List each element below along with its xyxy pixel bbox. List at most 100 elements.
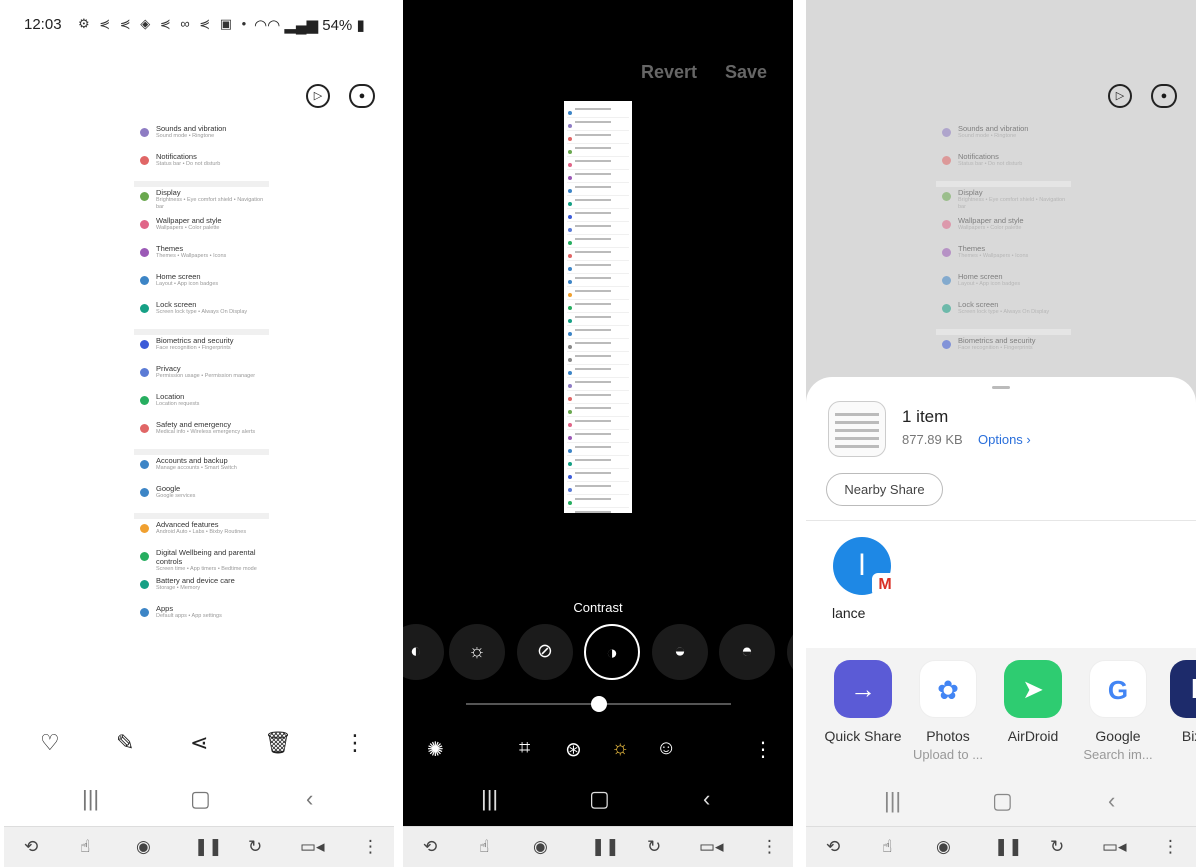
home-icon[interactable]: ▢: [992, 788, 1013, 814]
settings-list-item: Biometrics and security Face recognition …: [134, 336, 269, 364]
back-icon[interactable]: ‹: [306, 786, 313, 812]
shadows-icon[interactable]: ◓: [719, 624, 775, 680]
recents-icon[interactable]: |||: [884, 788, 901, 814]
share-icon[interactable]: ⋖: [190, 730, 208, 756]
preview-row: [567, 329, 629, 339]
preview-row: [567, 420, 629, 430]
preview-row-text: [575, 394, 611, 396]
pause-icon[interactable]: ❚❚: [194, 837, 223, 857]
settings-item-icon: [140, 248, 149, 257]
nearby-share-button[interactable]: Nearby Share: [826, 473, 943, 506]
contrast-slider[interactable]: [466, 696, 731, 712]
settings-item-subtitle: Layout • App icon badges: [156, 281, 219, 287]
rotate-icon[interactable]: ⟲: [423, 837, 437, 857]
preview-row-text: [575, 160, 611, 162]
share-app-quick-share[interactable]: → Quick Share: [820, 660, 906, 747]
video-camera-icon[interactable]: ▭◂: [300, 837, 325, 857]
video-camera-icon[interactable]: ▭◂: [1102, 837, 1127, 857]
preview-row-text: [575, 459, 611, 461]
contact-name[interactable]: lance: [832, 605, 865, 621]
settings-list-item: Sounds and vibration Sound mode • Rington…: [134, 124, 269, 152]
back-icon[interactable]: ‹: [703, 786, 710, 812]
rotate-icon[interactable]: ⟲: [24, 837, 38, 857]
recorder-toolbar: ⟲ ☝ ◉ ❚❚ ↻ ▭◂ ⋮: [403, 826, 793, 867]
settings-item-subtitle: Storage • Memory: [156, 585, 201, 591]
eye-icon[interactable]: ●: [1151, 82, 1177, 108]
preview-row-text: [575, 147, 611, 149]
preview-row-icon: [568, 345, 572, 349]
preview-row-icon: [568, 475, 572, 479]
pencil-icon[interactable]: ✎: [116, 730, 134, 756]
heart-icon[interactable]: ♡: [40, 730, 60, 756]
share-app-photos[interactable]: ✿ Photos Upload to ...: [905, 660, 991, 762]
contrast-icon[interactable]: ◑: [584, 624, 640, 680]
refresh-icon[interactable]: ↻: [248, 837, 262, 857]
preview-row-icon: [568, 228, 572, 232]
share-app-google[interactable]: G Google Search im...: [1075, 660, 1161, 762]
slider-knob[interactable]: [591, 696, 607, 712]
more-icon[interactable]: ⋮: [344, 730, 366, 756]
touch-icon[interactable]: ☝: [479, 837, 489, 857]
preview-row-text: [575, 472, 611, 474]
more-icon[interactable]: ⋮: [1162, 837, 1179, 857]
preview-row: [567, 108, 629, 118]
pause-icon[interactable]: ❚❚: [994, 837, 1023, 857]
eye-icon[interactable]: ●: [349, 82, 375, 108]
revert-button[interactable]: Revert: [641, 62, 697, 83]
settings-item-title: Biometrics and security: [958, 336, 1036, 345]
preview-row: [567, 173, 629, 183]
eye-sd-icon[interactable]: ◉: [136, 837, 151, 857]
home-icon[interactable]: ▢: [589, 786, 610, 812]
refresh-icon[interactable]: ↻: [1050, 837, 1064, 857]
preview-row: [567, 277, 629, 287]
preview-row: [567, 251, 629, 261]
auto-enhance-icon[interactable]: ✺: [427, 737, 444, 762]
sticker-icon[interactable]: ☺: [656, 737, 676, 760]
brightness-icon[interactable]: ☼: [449, 624, 505, 680]
refresh-icon[interactable]: ↻: [647, 837, 661, 857]
share-sheet-panel: ▷ ● Sounds and vibration Sound mode • Rin…: [806, 0, 1196, 867]
recents-icon[interactable]: |||: [82, 786, 99, 812]
preview-row-text: [575, 134, 611, 136]
preview-row: [567, 459, 629, 469]
rotate-play-icon[interactable]: ▷: [1108, 82, 1132, 108]
home-icon[interactable]: ▢: [190, 786, 211, 812]
touch-icon[interactable]: ☝: [882, 837, 892, 857]
rotate-icon[interactable]: ⟲: [826, 837, 840, 857]
settings-item-subtitle: Layout • App icon badges: [958, 281, 1021, 287]
sheet-handle[interactable]: [992, 386, 1010, 389]
eye-sd-icon[interactable]: ◉: [533, 837, 548, 857]
adjust-option[interactable]: ◐: [787, 624, 793, 680]
rotate-play-icon[interactable]: ▷: [306, 82, 330, 108]
settings-list-item: Apps Default apps • App settings: [134, 604, 269, 632]
preview-row-icon: [568, 163, 572, 167]
crop-icon[interactable]: ⌗: [519, 737, 530, 760]
settings-list-item: Digital Wellbeing and parental controls S…: [134, 548, 269, 576]
video-camera-icon[interactable]: ▭◂: [699, 837, 724, 857]
more-icon[interactable]: ⋮: [753, 737, 773, 762]
settings-group-gap: [936, 181, 1071, 187]
highlights-icon[interactable]: ◒: [652, 624, 708, 680]
more-icon[interactable]: ⋮: [362, 837, 379, 857]
options-link[interactable]: Options ›: [978, 432, 1031, 447]
more-icon[interactable]: ⋮: [761, 837, 778, 857]
save-button[interactable]: Save: [725, 62, 767, 83]
brightness-tool-icon[interactable]: ☼: [611, 737, 629, 760]
touch-icon[interactable]: ☝: [80, 837, 90, 857]
back-icon[interactable]: ‹: [1108, 788, 1115, 814]
settings-list-item: Display Brightness • Eye comfort shield •…: [134, 188, 269, 216]
pause-icon[interactable]: ❚❚: [591, 837, 620, 857]
recents-icon[interactable]: |||: [481, 786, 498, 812]
exposure-icon[interactable]: ⊘: [517, 624, 573, 680]
trash-icon[interactable]: 🗑: [264, 730, 292, 756]
share-app-bixby[interactable]: b Bixby: [1156, 660, 1196, 747]
preview-row-icon: [568, 137, 572, 141]
adjust-option[interactable]: ◐: [403, 624, 444, 680]
filters-icon[interactable]: ⊛: [565, 737, 582, 762]
preview-row-text: [575, 108, 611, 110]
battery-percent: 54%: [322, 17, 353, 34]
share-item-size: 877.89 KB: [902, 432, 963, 447]
share-app-airdroid[interactable]: ➤ AirDroid: [990, 660, 1076, 747]
settings-item-icon: [140, 192, 149, 201]
eye-sd-icon[interactable]: ◉: [936, 837, 951, 857]
